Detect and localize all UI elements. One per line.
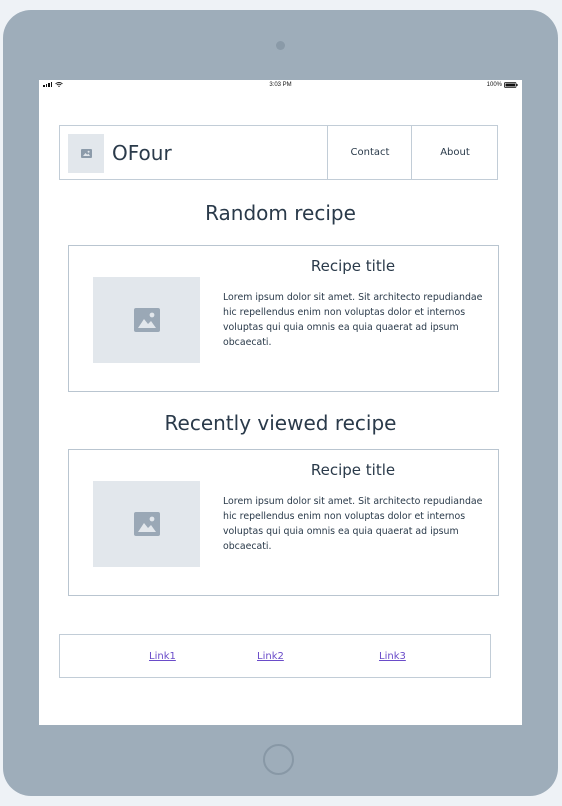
camera-dot	[276, 41, 285, 50]
recipe-description: Lorem ipsum dolor sit amet. Sit architec…	[223, 496, 483, 552]
status-time: 3:03 PM	[269, 82, 292, 88]
image-icon	[80, 149, 92, 158]
recent-recipe-card[interactable]: Recipe title Lorem ipsum dolor sit amet.…	[68, 449, 499, 596]
image-icon	[133, 308, 160, 332]
recipe-description: Lorem ipsum dolor sit amet. Sit architec…	[223, 292, 483, 348]
status-bar: 3:03 PM 100%	[39, 80, 522, 92]
recipe-title[interactable]: Recipe title	[223, 257, 483, 275]
header: OFour Contact About	[59, 125, 498, 180]
recipe-title[interactable]: Recipe title	[223, 461, 483, 479]
battery-icon	[504, 82, 518, 88]
footer-link-3[interactable]: Link3	[379, 651, 406, 662]
footer-link-1[interactable]: Link1	[149, 651, 176, 662]
brand-name[interactable]: OFour	[112, 141, 172, 165]
recent-recipe-heading: Recently viewed recipe	[164, 411, 397, 435]
footer: Link1 Link2 Link3	[59, 634, 491, 678]
nav-contact[interactable]: Contact	[327, 126, 412, 179]
footer-link-2[interactable]: Link2	[257, 651, 284, 662]
random-recipe-heading: Random recipe	[205, 201, 356, 225]
logo[interactable]	[68, 134, 104, 173]
recipe-image	[93, 277, 200, 363]
image-icon	[133, 512, 160, 536]
battery-percent: 100%	[486, 82, 502, 88]
recipe-image	[93, 481, 200, 567]
random-recipe-card[interactable]: Recipe title Lorem ipsum dolor sit amet.…	[68, 245, 499, 392]
status-right: 100%	[487, 82, 518, 88]
home-button[interactable]	[263, 744, 294, 775]
nav-about[interactable]: About	[411, 126, 498, 179]
screen: 3:03 PM 100% OFour Contact About Random …	[39, 80, 522, 725]
